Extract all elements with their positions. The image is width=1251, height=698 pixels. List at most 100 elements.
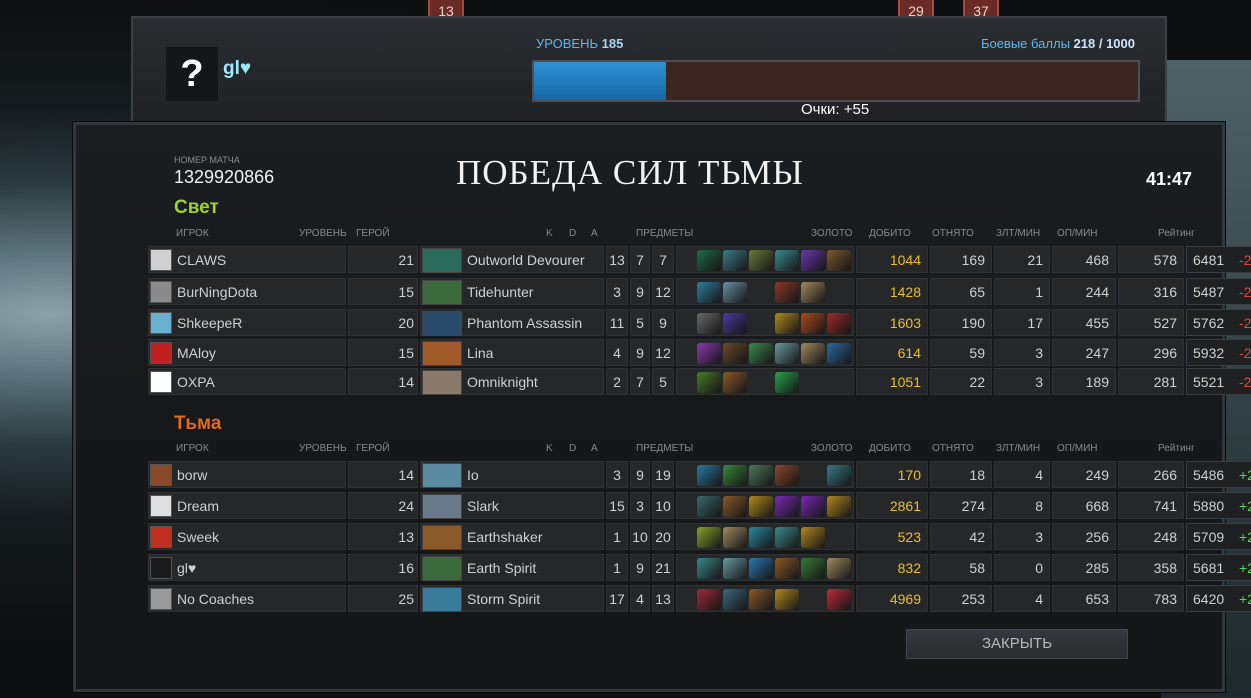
item-icon[interactable] xyxy=(775,313,799,334)
player-row[interactable]: Sweek 13 Earthshaker 1 10 20 523 42 3 256 248 5709 +… xyxy=(148,523,1251,550)
item-icon[interactable] xyxy=(827,496,851,517)
item-icon[interactable] xyxy=(723,589,747,610)
hero-portrait[interactable] xyxy=(422,280,462,305)
hero-cell[interactable]: Earth Spirit xyxy=(420,554,604,581)
item-icon[interactable] xyxy=(749,250,773,271)
player-cell[interactable]: CLAWS xyxy=(148,246,346,273)
hero-portrait[interactable] xyxy=(422,311,462,336)
player-avatar[interactable] xyxy=(150,249,172,271)
player-row[interactable]: Dream 24 Slark 15 3 10 2861 274 8 668 741 5880 +25 xyxy=(148,492,1251,519)
item-icon[interactable] xyxy=(827,313,851,334)
item-icon[interactable] xyxy=(827,250,851,271)
hero-name[interactable]: Lina xyxy=(467,345,493,361)
player-name[interactable]: No Coaches xyxy=(177,591,254,607)
hero-portrait[interactable] xyxy=(422,463,462,488)
item-icon[interactable] xyxy=(775,558,799,579)
item-icon[interactable] xyxy=(697,465,721,486)
hero-cell[interactable]: Outworld Devourer xyxy=(420,246,604,273)
item-icon[interactable] xyxy=(801,282,825,303)
player-name[interactable]: CLAWS xyxy=(177,252,226,268)
item-icon[interactable] xyxy=(697,496,721,517)
player-cell[interactable]: gl♥ xyxy=(148,554,346,581)
avatar[interactable]: ? xyxy=(166,47,218,101)
item-icon[interactable] xyxy=(775,343,799,364)
item-icon[interactable] xyxy=(697,282,721,303)
item-icon[interactable] xyxy=(827,558,851,579)
item-icon[interactable] xyxy=(749,558,773,579)
hero-name[interactable]: Io xyxy=(467,467,479,483)
hero-portrait[interactable] xyxy=(422,341,462,366)
item-icon[interactable] xyxy=(827,465,851,486)
player-name[interactable]: ShkeepeR xyxy=(177,315,242,331)
item-icon[interactable] xyxy=(749,589,773,610)
item-icon[interactable] xyxy=(749,465,773,486)
item-icon[interactable] xyxy=(697,558,721,579)
item-icon[interactable] xyxy=(801,527,825,548)
item-icon[interactable] xyxy=(775,496,799,517)
hero-portrait[interactable] xyxy=(422,587,462,612)
item-icon[interactable] xyxy=(775,250,799,271)
player-avatar[interactable] xyxy=(150,312,172,334)
player-cell[interactable]: borw xyxy=(148,461,346,488)
hero-name[interactable]: Earth Spirit xyxy=(467,560,536,576)
item-icon[interactable] xyxy=(697,372,721,393)
hero-name[interactable]: Storm Spirit xyxy=(467,591,540,607)
hero-portrait[interactable] xyxy=(422,525,462,550)
item-icon[interactable] xyxy=(723,343,747,364)
player-name[interactable]: OXPA xyxy=(177,374,215,390)
player-cell[interactable]: Sweek xyxy=(148,523,346,550)
hero-name[interactable]: Phantom Assassin xyxy=(467,315,582,331)
hero-cell[interactable]: Slark xyxy=(420,492,604,519)
hero-cell[interactable]: Earthshaker xyxy=(420,523,604,550)
item-icon[interactable] xyxy=(801,558,825,579)
player-row[interactable]: gl♥ 16 Earth Spirit 19 21 832 58 0 285 358 5681 +25 xyxy=(148,554,1251,581)
player-row[interactable]: borw 14 Io 39 19 170 18 4 249 266 5486 +25 xyxy=(148,461,1251,488)
player-name[interactable]: BurNingDota xyxy=(177,284,257,300)
item-icon[interactable] xyxy=(697,343,721,364)
hero-portrait[interactable] xyxy=(422,494,462,519)
hero-cell[interactable]: Tidehunter xyxy=(420,278,604,305)
item-icon[interactable] xyxy=(775,372,799,393)
item-icon[interactable] xyxy=(723,372,747,393)
item-icon[interactable] xyxy=(801,496,825,517)
player-name[interactable]: gl♥ xyxy=(177,560,196,576)
item-icon[interactable] xyxy=(775,589,799,610)
profile-name[interactable]: gl♥ xyxy=(223,58,251,80)
player-row[interactable]: MAloy 15 Lina 49 12 614 59 3 247 296 5932 -25 xyxy=(148,339,1251,366)
hero-name[interactable]: Tidehunter xyxy=(467,284,533,300)
hero-name[interactable]: Earthshaker xyxy=(467,529,542,545)
player-row[interactable]: No Coaches 25 Storm Spirit 17 4 13 4969 253 4 653… xyxy=(148,585,1251,612)
player-row[interactable]: OXPA 14 Omniknight 275 1051 22 3 189 281 5521 -25 xyxy=(148,368,1251,395)
hero-cell[interactable]: Phantom Assassin xyxy=(420,309,604,336)
player-cell[interactable]: OXPA xyxy=(148,368,346,395)
item-icon[interactable] xyxy=(697,250,721,271)
hero-cell[interactable]: Io xyxy=(420,461,604,488)
item-icon[interactable] xyxy=(827,343,851,364)
item-icon[interactable] xyxy=(697,527,721,548)
item-icon[interactable] xyxy=(723,465,747,486)
player-avatar[interactable] xyxy=(150,464,172,486)
player-name[interactable]: MAloy xyxy=(177,345,216,361)
item-icon[interactable] xyxy=(723,250,747,271)
player-avatar[interactable] xyxy=(150,557,172,579)
player-row[interactable]: CLAWS 21 Outworld Devourer 13 7 7 1044 169 21 468… xyxy=(148,246,1251,273)
item-icon[interactable] xyxy=(775,527,799,548)
close-button[interactable]: ЗАКРЫТЬ xyxy=(906,629,1128,659)
player-name[interactable]: Dream xyxy=(177,498,219,514)
hero-portrait[interactable] xyxy=(422,248,462,273)
item-icon[interactable] xyxy=(775,465,799,486)
player-avatar[interactable] xyxy=(150,281,172,303)
hero-cell[interactable]: Storm Spirit xyxy=(420,585,604,612)
item-icon[interactable] xyxy=(801,250,825,271)
player-cell[interactable]: BurNingDota xyxy=(148,278,346,305)
item-icon[interactable] xyxy=(723,496,747,517)
player-name[interactable]: Sweek xyxy=(177,529,219,545)
item-icon[interactable] xyxy=(749,496,773,517)
item-icon[interactable] xyxy=(697,589,721,610)
hero-name[interactable]: Omniknight xyxy=(467,374,538,390)
player-cell[interactable]: ShkeepeR xyxy=(148,309,346,336)
hero-name[interactable]: Outworld Devourer xyxy=(467,252,585,268)
hero-portrait[interactable] xyxy=(422,370,462,395)
item-icon[interactable] xyxy=(827,589,851,610)
player-avatar[interactable] xyxy=(150,495,172,517)
